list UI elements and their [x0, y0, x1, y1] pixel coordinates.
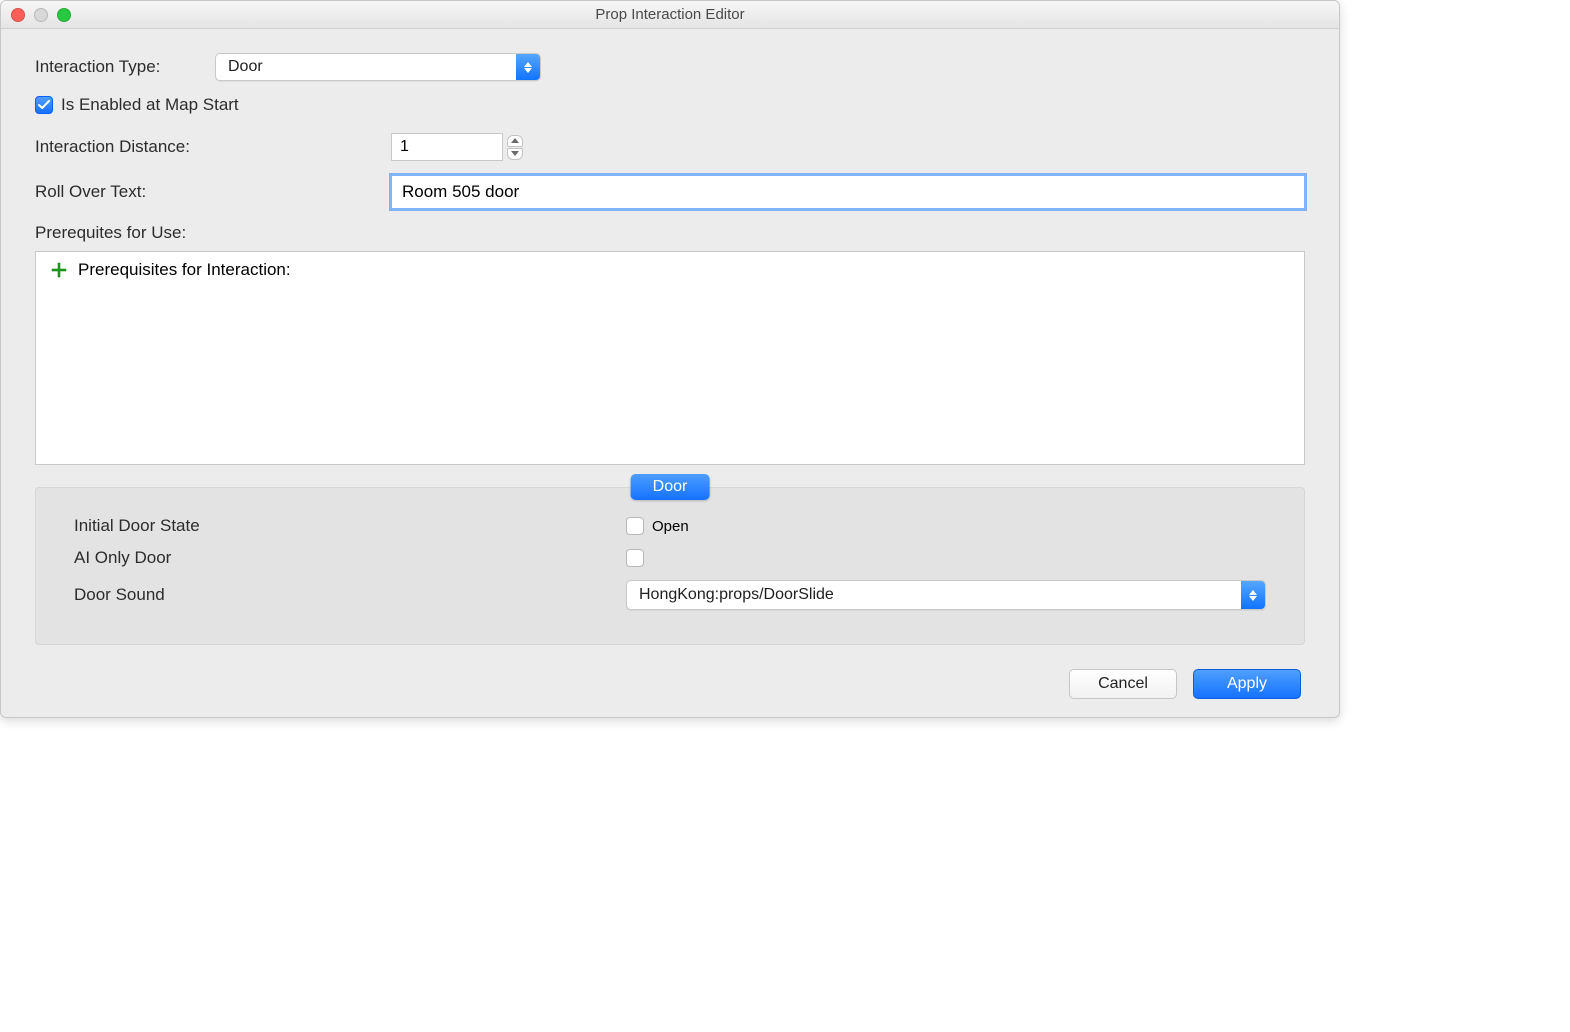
rollover-row: Roll Over Text: — [35, 175, 1305, 209]
distance-row: Interaction Distance: — [35, 133, 1305, 161]
initial-state-checkbox — [626, 517, 644, 535]
door-sound-label: Door Sound — [74, 585, 626, 605]
enabled-checkbox-wrap[interactable]: Is Enabled at Map Start — [35, 95, 239, 115]
initial-state-checkbox-wrap[interactable]: Open — [626, 517, 689, 535]
zoom-icon[interactable] — [57, 8, 71, 22]
step-down-button[interactable] — [507, 148, 523, 160]
footer: Cancel Apply — [35, 669, 1305, 699]
enabled-checkbox — [35, 96, 53, 114]
chevron-down-icon — [511, 151, 519, 156]
enabled-row: Is Enabled at Map Start — [35, 95, 1305, 115]
chevron-updown-icon — [1241, 581, 1265, 609]
rollover-label: Roll Over Text: — [35, 182, 391, 202]
window-content: Interaction Type: Door Is Enabled at Map… — [1, 29, 1339, 717]
initial-state-value-label: Open — [652, 518, 689, 535]
plus-icon[interactable] — [50, 261, 68, 279]
prereq-box: Prerequisites for Interaction: — [35, 251, 1305, 465]
chevron-updown-icon — [516, 54, 540, 80]
titlebar: Prop Interaction Editor — [1, 1, 1339, 29]
minimize-icon — [34, 8, 48, 22]
interaction-type-row: Interaction Type: Door — [35, 53, 1305, 81]
check-icon — [38, 100, 50, 110]
close-icon[interactable] — [11, 8, 25, 22]
enabled-label: Is Enabled at Map Start — [61, 95, 239, 115]
traffic-lights — [11, 8, 71, 22]
ai-only-checkbox-wrap[interactable] — [626, 549, 644, 567]
door-tab[interactable]: Door — [631, 474, 710, 500]
distance-label: Interaction Distance: — [35, 137, 391, 157]
prereq-label: Prerequites for Use: — [35, 223, 186, 243]
ai-only-label: AI Only Door — [74, 548, 626, 568]
prereq-header-row: Prerequisites for Interaction: — [50, 260, 1290, 280]
door-sound-value: HongKong:props/DoorSlide — [627, 586, 1241, 604]
prereq-box-header: Prerequisites for Interaction: — [78, 260, 291, 280]
apply-button[interactable]: Apply — [1193, 669, 1301, 699]
interaction-type-value: Door — [216, 58, 516, 76]
editor-window: Prop Interaction Editor Interaction Type… — [0, 0, 1340, 718]
chevron-up-icon — [511, 138, 519, 143]
distance-stepper — [391, 133, 523, 161]
door-sound-select[interactable]: HongKong:props/DoorSlide — [626, 580, 1266, 610]
step-up-button[interactable] — [507, 135, 523, 147]
window-title: Prop Interaction Editor — [595, 6, 744, 23]
interaction-type-label: Interaction Type: — [35, 57, 215, 77]
distance-input[interactable] — [391, 133, 503, 161]
prereq-label-row: Prerequites for Use: — [35, 223, 1305, 243]
door-panel: Door Initial Door State Open AI Only Doo… — [35, 487, 1305, 645]
door-sound-row: Door Sound HongKong:props/DoorSlide — [74, 580, 1266, 610]
initial-state-row: Initial Door State Open — [74, 516, 1266, 536]
rollover-input[interactable] — [391, 175, 1305, 209]
interaction-type-select[interactable]: Door — [215, 53, 541, 81]
ai-only-row: AI Only Door — [74, 548, 1266, 568]
stepper-buttons — [507, 133, 523, 161]
initial-state-label: Initial Door State — [74, 516, 626, 536]
ai-only-checkbox — [626, 549, 644, 567]
cancel-button[interactable]: Cancel — [1069, 669, 1177, 699]
